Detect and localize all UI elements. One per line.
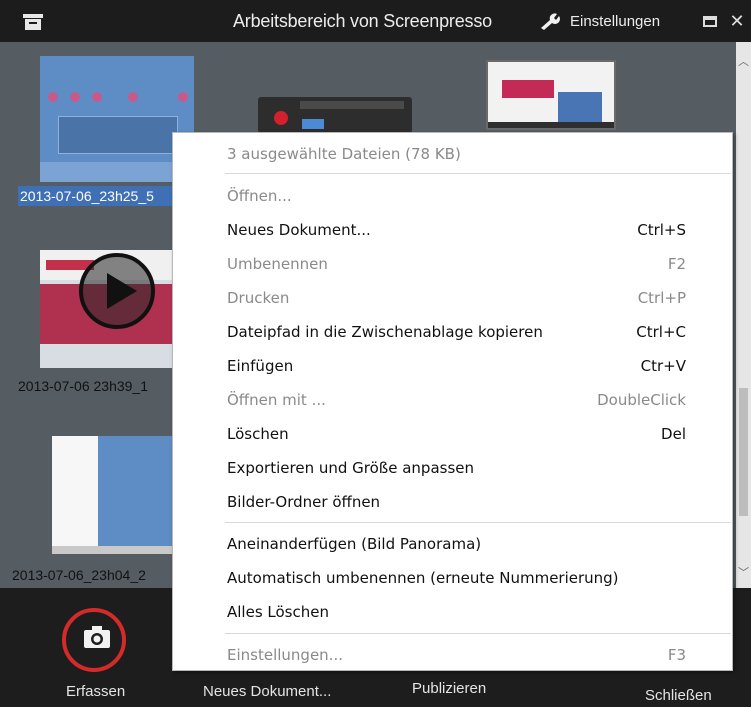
window-title: Arbeitsbereich von Screenpresso (233, 11, 492, 31)
menu-item-label: Drucken (227, 289, 290, 307)
menu-item-copy-path[interactable]: Dateipfad in die Zwischenablage kopieren… (173, 315, 734, 349)
menu-item-open-folder[interactable]: Bilder-Ordner öffnen (173, 485, 734, 519)
menu-item-label: Exportieren und Größe anpassen (227, 459, 475, 477)
menu-item-label: Einfügen (227, 357, 294, 375)
menu-item-label: Löschen (227, 425, 289, 443)
scroll-thumb[interactable] (739, 388, 748, 516)
menu-item-auto-rename[interactable]: Automatisch umbenennen (erneute Nummerie… (173, 561, 734, 595)
app-tray-icon[interactable] (22, 13, 44, 31)
restore-icon[interactable] (701, 12, 719, 30)
thumbnail-image[interactable] (52, 436, 176, 554)
menu-header: 3 ausgewählte Dateien (78 KB) (173, 137, 734, 171)
menu-item-shortcut: Ctrl+S (637, 221, 686, 239)
thumbnail-label[interactable]: 2013-07-06_23h25_5 (18, 186, 178, 206)
thumbnail-image[interactable] (258, 97, 412, 133)
menu-item-shortcut: Ctrl+P (637, 289, 686, 307)
title-bar: Arbeitsbereich von Screenpresso Einstell… (0, 0, 751, 42)
settings-label: Einstellungen (570, 12, 661, 30)
menu-item-label: Einstellungen... (227, 646, 343, 664)
selection-summary: 3 ausgewählte Dateien (78 KB) (227, 145, 461, 163)
scroll-down-icon[interactable]: ﹀ (738, 567, 749, 579)
menu-item-delete-all[interactable]: Alles Löschen (173, 595, 734, 629)
wrench-icon (541, 13, 560, 30)
menu-item-settings[interactable]: Einstellungen... F3 (173, 638, 734, 672)
menu-separator (225, 522, 731, 523)
menu-item-label: Öffnen mit ... (227, 391, 326, 409)
menu-item-open[interactable]: Öffnen... (173, 179, 734, 213)
menu-item-shortcut: Ctr+V (640, 357, 686, 375)
menu-item-stitch[interactable]: Aneinanderfügen (Bild Panorama) (173, 527, 734, 561)
publish-label[interactable]: Publizieren (412, 680, 486, 697)
thumbnail-label[interactable]: 2013-07-06 23h39_1 (18, 378, 148, 394)
context-menu: 3 ausgewählte Dateien (78 KB) Öffnen... … (172, 132, 733, 671)
scroll-up-icon[interactable]: ︿ (738, 56, 749, 68)
menu-separator (225, 173, 731, 174)
menu-item-label: Dateipfad in die Zwischenablage kopieren (227, 323, 543, 341)
vertical-scrollbar[interactable]: ︿ ﹀ (736, 42, 751, 588)
menu-item-shortcut: F2 (667, 255, 686, 273)
menu-item-shortcut: F3 (667, 646, 686, 664)
menu-item-label: Alles Löschen (227, 603, 329, 621)
menu-item-shortcut: Del (661, 425, 686, 443)
menu-item-label: Öffnen... (227, 187, 292, 205)
camera-icon (84, 626, 110, 648)
menu-item-label: Automatisch umbenennen (erneute Nummerie… (227, 569, 619, 587)
capture-label[interactable]: Erfassen (66, 683, 125, 700)
menu-item-label: Umbenennen (227, 255, 328, 273)
menu-item-rename[interactable]: Umbenennen F2 (173, 247, 734, 281)
close-icon[interactable]: ✕ (728, 12, 746, 30)
menu-item-delete[interactable]: Löschen Del (173, 417, 734, 451)
menu-item-shortcut: Ctrl+C (636, 323, 686, 341)
menu-item-paste[interactable]: Einfügen Ctr+V (173, 349, 734, 383)
new-document-label[interactable]: Neues Dokument... (203, 683, 331, 700)
menu-item-new-document[interactable]: Neues Dokument... Ctrl+S (173, 213, 734, 247)
menu-item-label: Aneinanderfügen (Bild Panorama) (227, 535, 482, 553)
menu-item-export-resize[interactable]: Exportieren und Größe anpassen (173, 451, 734, 485)
settings-button[interactable]: Einstellungen (538, 11, 660, 31)
menu-item-label: Neues Dokument... (227, 221, 371, 239)
menu-item-shortcut: DoubleClick (597, 391, 686, 409)
menu-item-label: Bilder-Ordner öffnen (227, 493, 381, 511)
thumbnail-image[interactable] (40, 56, 194, 182)
menu-separator (225, 633, 731, 634)
thumbnail-label[interactable]: 2013-07-06_23h04_2 (12, 567, 146, 583)
menu-item-print[interactable]: Drucken Ctrl+P (173, 281, 734, 315)
close-label[interactable]: Schließen (645, 687, 712, 704)
play-icon[interactable] (79, 253, 155, 329)
menu-item-open-with[interactable]: Öffnen mit ... DoubleClick (173, 383, 734, 417)
thumbnail-image[interactable] (486, 60, 616, 130)
